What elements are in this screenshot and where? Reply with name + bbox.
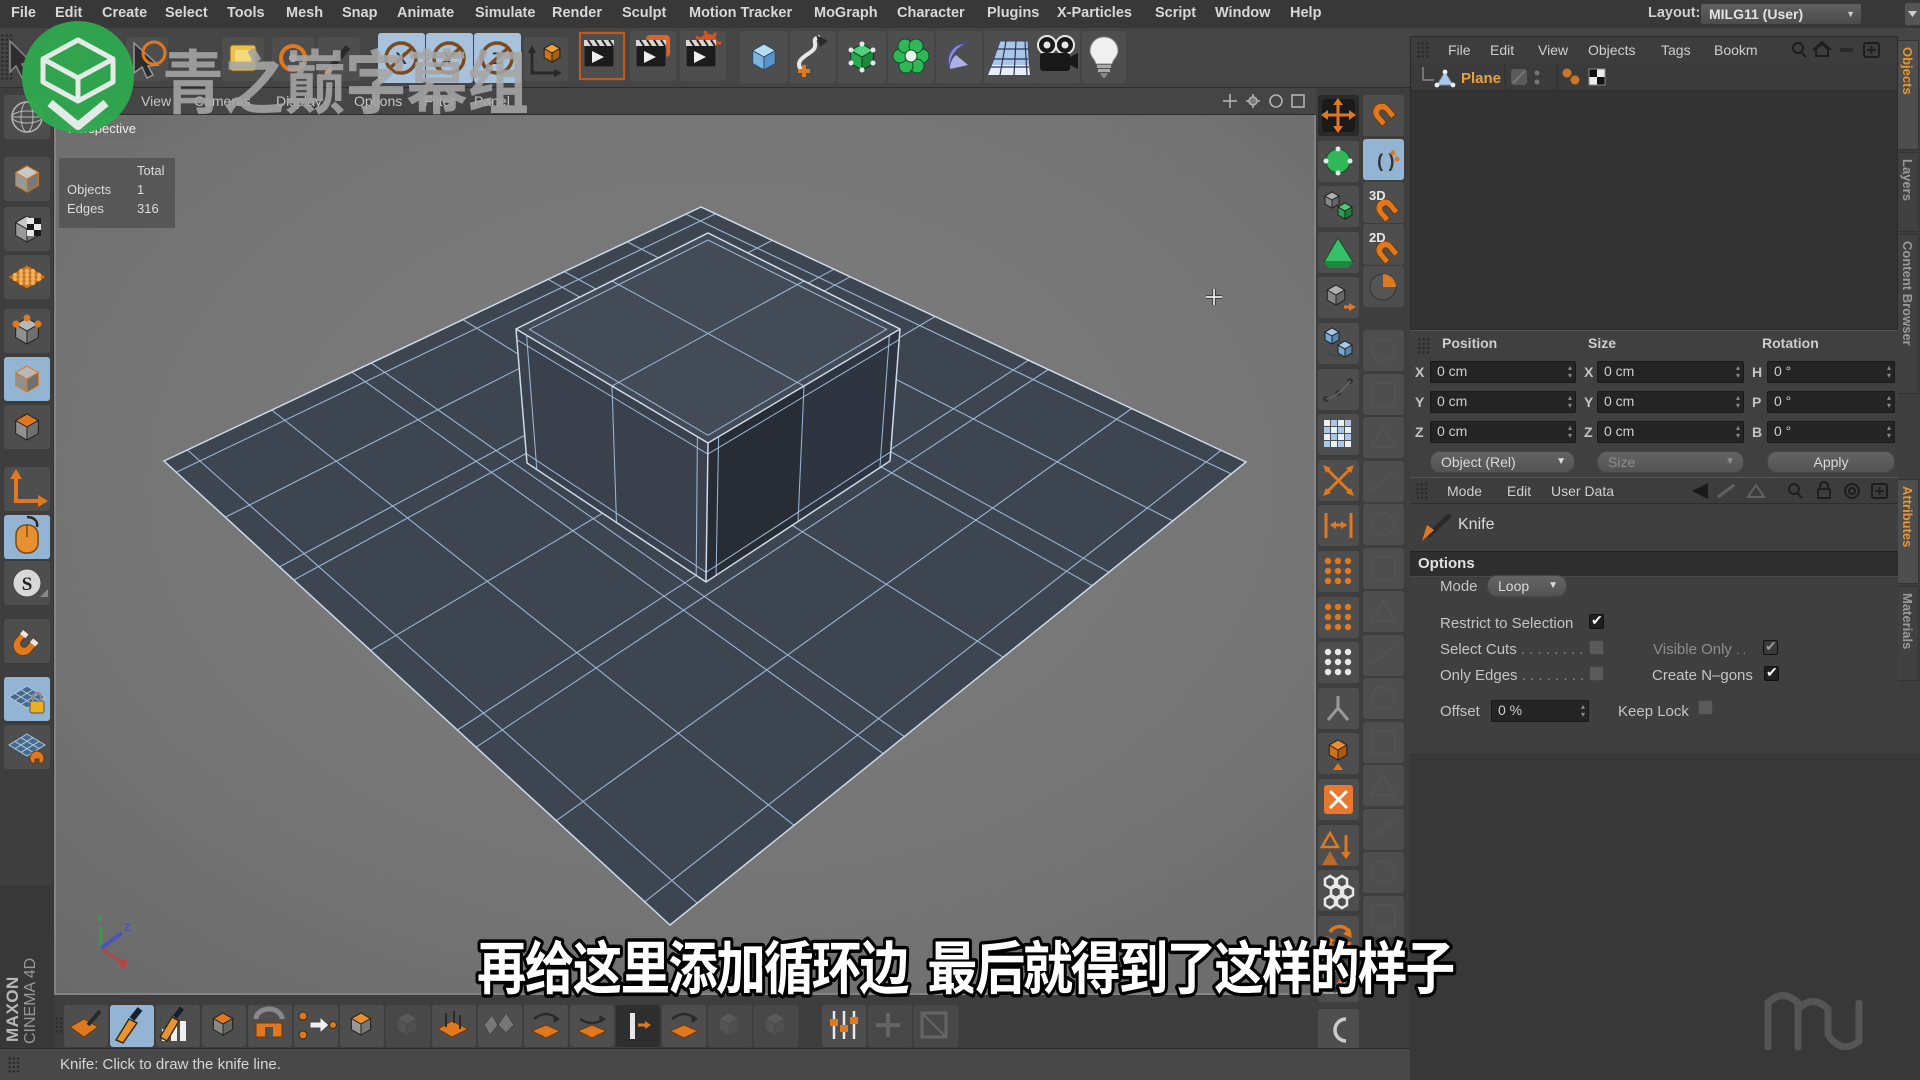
svg-text:2D: 2D (1369, 230, 1386, 245)
svg-text:Z: Z (124, 922, 131, 934)
svg-text:S: S (22, 574, 33, 595)
svg-text:Plane: Plane (1461, 70, 1501, 87)
svg-text:Y: Y (96, 914, 104, 926)
svg-text:3D: 3D (1369, 188, 1386, 203)
svg-text:(): () (1375, 153, 1397, 173)
